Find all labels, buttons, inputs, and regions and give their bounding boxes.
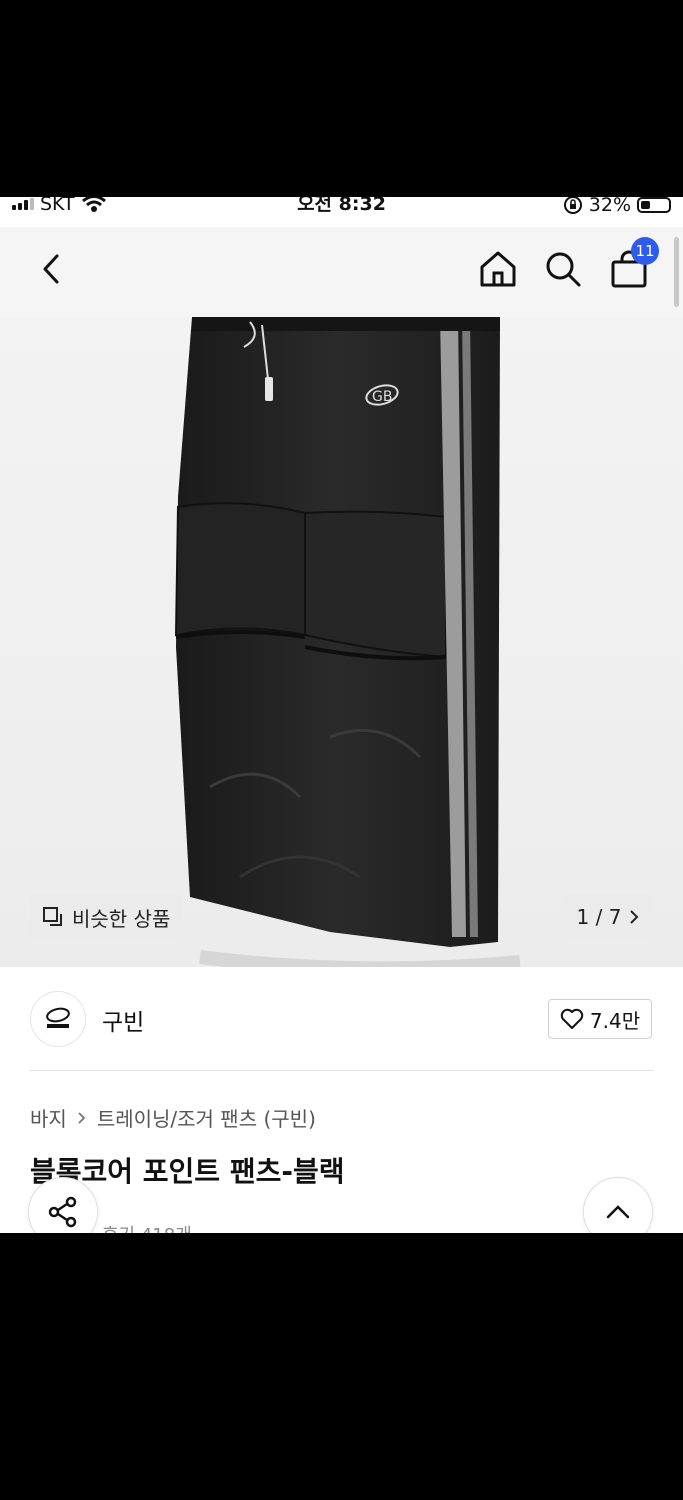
top-nav: 11 [0,227,683,317]
similar-items-label: 비슷한 상품 [72,906,171,931]
breadcrumb: 바지 트레이닝/조거 팬츠 (구빈) [30,1103,316,1132]
section-divider [30,1070,654,1071]
overlap-squares-icon [43,907,62,926]
chevron-right-icon [78,1111,86,1124]
chevron-right-icon [630,910,639,924]
brand-name[interactable]: 구빈 [102,1003,144,1037]
status-bar: SKT 오전 8:32 32% [0,197,683,215]
svg-text:GB: GB [372,389,392,405]
search-button[interactable] [541,247,585,291]
status-right: 32% [563,197,671,215]
home-icon [480,251,516,287]
product-image[interactable]: GB 비슷한 상품 1 / 7 [0,317,683,967]
breadcrumb-category[interactable]: 바지 [30,1103,67,1132]
page-scrollbar[interactable] [674,237,679,307]
brand-emblem-icon [46,1007,70,1028]
cart-count-badge: 11 [631,237,659,265]
share-icon [48,1196,77,1228]
image-pager-button[interactable]: 1 / 7 [563,895,653,939]
heart-icon [560,1008,584,1029]
home-button[interactable] [476,247,520,291]
similar-items-button[interactable]: 비슷한 상품 [30,895,183,939]
chevron-left-icon [43,254,59,284]
cart-button[interactable]: 11 [607,237,659,291]
back-button[interactable] [30,247,74,291]
battery-icon [637,197,671,213]
like-button[interactable]: 7.4만 [548,999,652,1039]
like-count: 7.4만 [589,1008,641,1033]
image-pager-label: 1 / 7 [576,905,622,929]
battery-percent: 32% [588,197,631,216]
search-icon [546,252,581,287]
brand-row: 구빈 7.4만 [0,967,683,1067]
scroll-top-button[interactable] [583,1177,653,1233]
breadcrumb-subcategory[interactable]: 트레이닝/조거 팬츠 (구빈) [97,1103,316,1132]
app-screen: SKT 오전 8:32 32% 11 GB 비슷한 상품 1 / 7 구빈 7.… [0,197,683,1233]
pants-illustration: GB [174,317,521,967]
orientation-lock-icon [563,197,582,214]
review-count[interactable]: 후기 418개 [102,1221,192,1233]
brand-logo[interactable] [30,991,86,1047]
chevron-up-icon [606,1205,630,1219]
